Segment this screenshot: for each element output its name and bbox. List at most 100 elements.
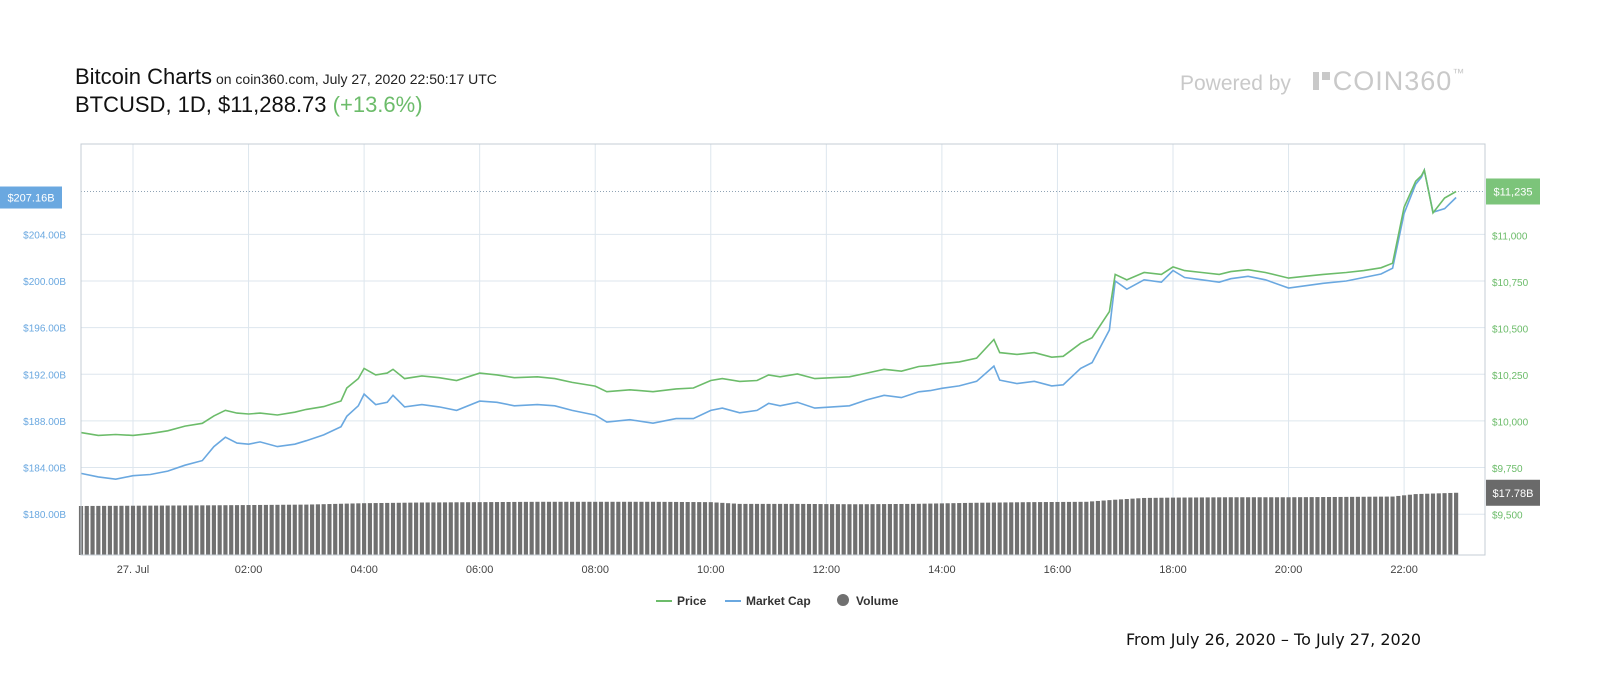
volume-bar <box>662 501 667 555</box>
x-axis-tick: 04:00 <box>350 564 378 576</box>
volume-bar <box>1326 497 1332 555</box>
volume-bar <box>489 502 494 555</box>
volume-bar <box>1159 497 1164 555</box>
volume-bar <box>731 503 736 555</box>
volume-bar <box>991 502 996 555</box>
volume-bar <box>1378 496 1384 555</box>
volume-bar <box>182 505 188 555</box>
volume-bar <box>281 504 286 555</box>
volume-bar <box>645 501 650 555</box>
volume-bar <box>471 502 476 555</box>
left-axis-tick: $188.00B <box>23 417 66 428</box>
volume-bar <box>102 505 107 555</box>
right-axis-tick: $9,750 <box>1492 464 1523 475</box>
volume-bar <box>148 505 153 555</box>
volume-bar <box>437 502 442 555</box>
volume-bar <box>211 505 216 555</box>
volume-bar <box>1049 502 1054 555</box>
x-axis-tick: 14:00 <box>928 564 956 576</box>
volume-bar <box>818 504 823 555</box>
legend-item-volume[interactable]: Volume <box>837 594 899 608</box>
volume-bar <box>344 503 349 555</box>
volume-bar <box>760 503 765 555</box>
volume-current-label: $17.78B <box>1493 488 1534 500</box>
volume-bar <box>419 502 424 555</box>
price-current-label: $11,235 <box>1494 186 1533 198</box>
volume-bar <box>494 502 500 555</box>
volume-bar <box>997 502 1002 555</box>
volume-bar <box>1321 497 1326 555</box>
volume-bar <box>442 502 448 555</box>
volume-bar <box>916 503 921 555</box>
volume-bar <box>1026 502 1031 555</box>
volume-bar <box>962 502 968 555</box>
volume-bar <box>84 505 89 555</box>
volume-bar <box>1194 497 1199 555</box>
plot-border <box>80 143 1486 556</box>
volume-bar <box>298 504 303 555</box>
x-axis-tick: 22:00 <box>1390 564 1418 576</box>
legend-item-price[interactable]: Price <box>656 594 707 608</box>
price-chart[interactable]: $180.00B $184.00B $188.00B $192.00B $196.00B… <box>0 0 1600 700</box>
legend-item-market-cap[interactable]: Market Cap <box>725 594 811 608</box>
x-axis-tick: 27. Jul <box>117 564 149 576</box>
legend-label: Price <box>677 594 707 608</box>
volume-bar <box>1442 493 1447 555</box>
volume-bar <box>1240 497 1245 555</box>
volume-bar <box>1118 499 1124 555</box>
volume-bar <box>90 505 95 555</box>
volume-bar <box>1309 497 1314 555</box>
grid-lines <box>81 144 1485 555</box>
volume-bar <box>737 503 742 555</box>
left-axis-tick: $180.00B <box>23 510 66 521</box>
volume-bar <box>390 502 396 555</box>
volume-bar <box>1165 497 1170 555</box>
volume-bar <box>957 503 962 555</box>
volume-bar <box>1078 501 1083 555</box>
volume-bar <box>691 502 696 555</box>
plot-frame <box>80 143 1486 556</box>
volume-bar <box>535 501 540 555</box>
volume-bar <box>593 501 598 555</box>
volume-bar <box>477 502 482 555</box>
left-axis-tick: $192.00B <box>23 370 66 381</box>
volume-bar <box>1234 497 1239 555</box>
volume-bar <box>749 503 754 555</box>
volume-bar <box>1280 497 1285 555</box>
left-axis-tick: $196.00B <box>23 324 66 335</box>
volume-bar <box>1274 497 1280 555</box>
chart-legend[interactable]: Price Market Cap Volume <box>656 594 899 608</box>
volume-bar <box>558 501 563 555</box>
x-axis-tick: 08:00 <box>581 564 609 576</box>
volume-bar <box>830 504 835 555</box>
volume-bar <box>1101 500 1106 555</box>
volume-bar <box>783 503 788 555</box>
volume-bar <box>1361 496 1366 555</box>
volume-bar <box>1222 497 1228 555</box>
volume-bar <box>616 501 621 555</box>
volume-bar <box>668 501 673 555</box>
volume-bar <box>234 505 240 555</box>
volume-bar <box>188 505 193 555</box>
volume-bar <box>864 504 869 555</box>
volume-bar <box>379 502 384 555</box>
volume-bar <box>754 503 760 555</box>
volume-bar <box>194 505 199 555</box>
volume-bar <box>541 501 546 555</box>
volume-bar <box>1373 496 1378 555</box>
volume-bar <box>951 503 956 555</box>
volume-bar <box>315 504 320 555</box>
volume-bar <box>1032 502 1037 555</box>
volume-bar <box>107 505 112 555</box>
volume-bar <box>633 501 638 555</box>
volume-bar <box>870 504 875 555</box>
volume-bar <box>1390 496 1395 555</box>
volume-bar <box>304 504 309 555</box>
volume-bar <box>685 502 690 555</box>
volume-bar <box>1153 497 1158 555</box>
volume-bar <box>1355 496 1360 555</box>
x-axis-tick: 16:00 <box>1044 564 1072 576</box>
volume-bar <box>362 503 367 555</box>
volume-bar <box>639 501 644 555</box>
volume-bar <box>1454 492 1459 555</box>
